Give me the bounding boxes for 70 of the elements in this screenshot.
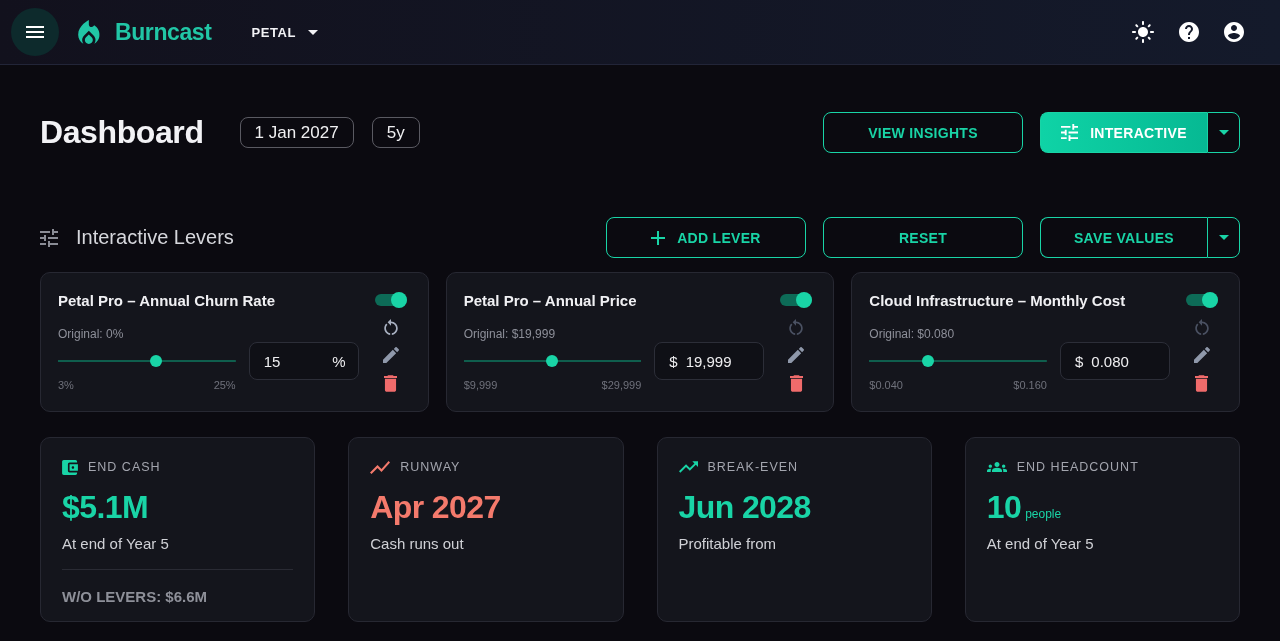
trash-icon[interactable] [384, 374, 398, 392]
account-icon[interactable] [1224, 22, 1244, 42]
comparison-value: W/O LEVERS: $6.6M [62, 587, 208, 607]
metric-caption: Profitable from [678, 534, 777, 554]
horizon-chip[interactable]: 5y [371, 117, 420, 148]
trending-up-icon [678, 461, 698, 473]
pencil-icon[interactable] [788, 347, 805, 363]
slider-thumb[interactable] [922, 355, 935, 367]
original-value: Original: $0.080 [869, 326, 955, 342]
zigzag-chart-icon [370, 460, 391, 474]
circular-arrow-icon[interactable] [383, 319, 398, 335]
metric-value: Jun 2028 [678, 488, 811, 526]
toggle-switch[interactable] [1186, 292, 1218, 308]
min-label: 3% [58, 378, 74, 392]
sun-icon[interactable] [1132, 21, 1154, 43]
metric-label: BREAK-EVEN [707, 460, 799, 474]
people-icon [986, 462, 1007, 472]
value-input[interactable]: $ 0.080 [1060, 342, 1170, 380]
metric-value: $5.1M [62, 488, 148, 526]
unit-label: people [1025, 507, 1062, 521]
menu-button[interactable] [11, 8, 59, 56]
slider-thumb[interactable] [149, 355, 162, 367]
save-values-button[interactable]: SAVE VALUES [1040, 217, 1207, 258]
brand-name: Burncast [115, 18, 212, 46]
add-lever-button[interactable]: ADD LEVER [606, 217, 806, 258]
metric-value: Apr 2027 [370, 488, 501, 526]
metric-caption: At end of Year 5 [986, 534, 1094, 554]
min-label: $9,999 [463, 378, 498, 392]
metric-caption: At end of Year 5 [62, 534, 169, 554]
caret-icon [308, 29, 319, 35]
dropdown-button[interactable] [1207, 112, 1240, 153]
tune-icon [1061, 124, 1079, 141]
trash-icon[interactable] [1195, 374, 1209, 392]
original-value: Original: 0% [58, 326, 124, 342]
min-label: $0.040 [869, 378, 903, 392]
lever-title: Cloud Infrastructure – Monthly Cost [869, 291, 1126, 311]
wallet-icon [62, 459, 78, 475]
lever-title: Petal Pro – Annual Churn Rate [58, 291, 275, 311]
section-title: Interactive Levers [76, 226, 234, 249]
metric-caption: Cash runs out [370, 534, 464, 554]
max-label: $0.160 [1013, 378, 1047, 392]
toggle-switch[interactable] [780, 292, 813, 308]
caret-icon [1218, 235, 1229, 240]
pencil-icon[interactable] [1194, 347, 1210, 363]
date-chip[interactable]: 1 Jan 2027 [239, 117, 354, 148]
metric-value: 10 [986, 488, 1022, 526]
company-selector[interactable]: PETAL [251, 24, 319, 40]
caret-icon [1218, 130, 1229, 135]
pencil-icon[interactable] [382, 347, 399, 363]
trash-icon[interactable] [789, 374, 803, 392]
menu-icon [26, 26, 44, 38]
max-label: 25% [213, 378, 236, 392]
toggle-switch[interactable] [374, 292, 407, 308]
lever-title: Petal Pro – Annual Price [463, 291, 637, 311]
plus-icon [651, 230, 666, 245]
metric-label: END HEADCOUNT [1016, 460, 1139, 474]
tune-icon [40, 228, 58, 247]
view-insights-button[interactable]: VIEW INSIGHTS [823, 112, 1023, 153]
dropdown-button[interactable] [1207, 217, 1240, 258]
max-label: $29,999 [601, 378, 642, 392]
value-input[interactable]: $ 19,999 [654, 342, 765, 380]
metric-label: RUNWAY [400, 460, 461, 474]
page-title: Dashboard [40, 114, 204, 151]
slider-thumb[interactable] [546, 355, 559, 367]
help-icon[interactable] [1179, 22, 1199, 42]
original-value: Original: $19,999 [463, 326, 556, 342]
flame-icon [78, 20, 101, 44]
value-input[interactable]: 15 % [248, 342, 359, 380]
reset-button[interactable]: RESET [823, 217, 1023, 258]
metric-label: END CASH [88, 460, 161, 474]
